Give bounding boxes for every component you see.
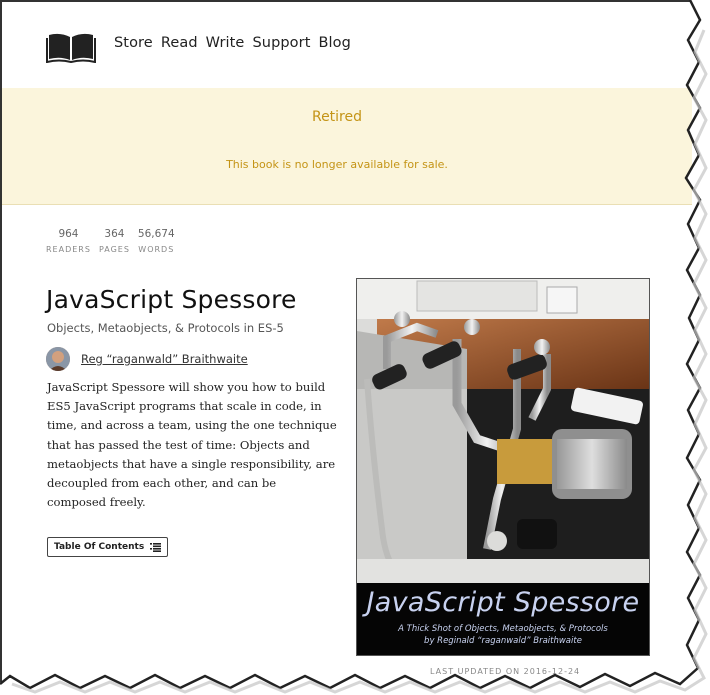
- book-subtitle: Objects, Metaobjects, & Protocols in ES-…: [47, 321, 284, 335]
- nav-support-link[interactable]: Support: [252, 35, 310, 51]
- table-of-contents-button[interactable]: Table Of Contents: [47, 537, 169, 557]
- book-stats: 964 READERS 364 PAGES 56,674 WORDS: [46, 228, 175, 254]
- pages-count: 364: [104, 228, 125, 240]
- author: Reg “raganwald” Braithwaite: [46, 347, 248, 371]
- words-count: 56,674: [137, 228, 175, 240]
- pages-label: PAGES: [98, 245, 130, 254]
- site-header: Store Read Write Support Blog: [2, 2, 692, 88]
- book-description: JavaScript Spessore will show you how to…: [47, 380, 337, 510]
- readers-label: READERS: [46, 245, 91, 254]
- cover-title-block: JavaScript Spessore A Thick Shot of Obje…: [357, 583, 649, 655]
- nav-store-link[interactable]: Store: [114, 35, 153, 51]
- open-book-icon: [46, 33, 96, 64]
- author-link[interactable]: Reg “raganwald” Braithwaite: [81, 352, 248, 366]
- retired-title: Retired: [311, 109, 363, 125]
- words-label: WORDS: [138, 245, 175, 254]
- main-nav: Store Read Write Support Blog: [114, 35, 351, 51]
- cover-tagline: A Thick Shot of Objects, Metaobjects, & …: [398, 624, 608, 634]
- readers-count: 964: [58, 228, 79, 240]
- book-cover[interactable]: JavaScript Spessore A Thick Shot of Obje…: [356, 278, 650, 656]
- nav-blog-link[interactable]: Blog: [319, 35, 351, 51]
- words-stat: 56,674 WORDS: [138, 228, 175, 254]
- cover-byline: by Reginald “raganwald” Braithwaite: [424, 636, 582, 646]
- retired-banner: Retired This book is no longer available…: [2, 88, 692, 205]
- author-avatar[interactable]: [46, 347, 70, 371]
- cover-title: JavaScript Spessore: [366, 587, 640, 618]
- last-updated: LAST UPDATED ON 2016-12-24: [430, 667, 581, 676]
- retired-message: This book is no longer available for sal…: [226, 158, 448, 171]
- site-logo-link[interactable]: [46, 29, 96, 64]
- list-icon: [150, 542, 162, 552]
- espresso-machine-photo: [357, 279, 649, 583]
- nav-read-link[interactable]: Read: [161, 35, 198, 51]
- nav-write-link[interactable]: Write: [206, 35, 245, 51]
- toc-label: Table Of Contents: [54, 542, 145, 552]
- readers-stat: 964 READERS: [46, 228, 91, 254]
- book-title: JavaScript Spessore: [46, 285, 297, 314]
- pages-stat: 364 PAGES: [99, 228, 130, 254]
- page: Store Read Write Support Blog Retired Th…: [0, 0, 692, 682]
